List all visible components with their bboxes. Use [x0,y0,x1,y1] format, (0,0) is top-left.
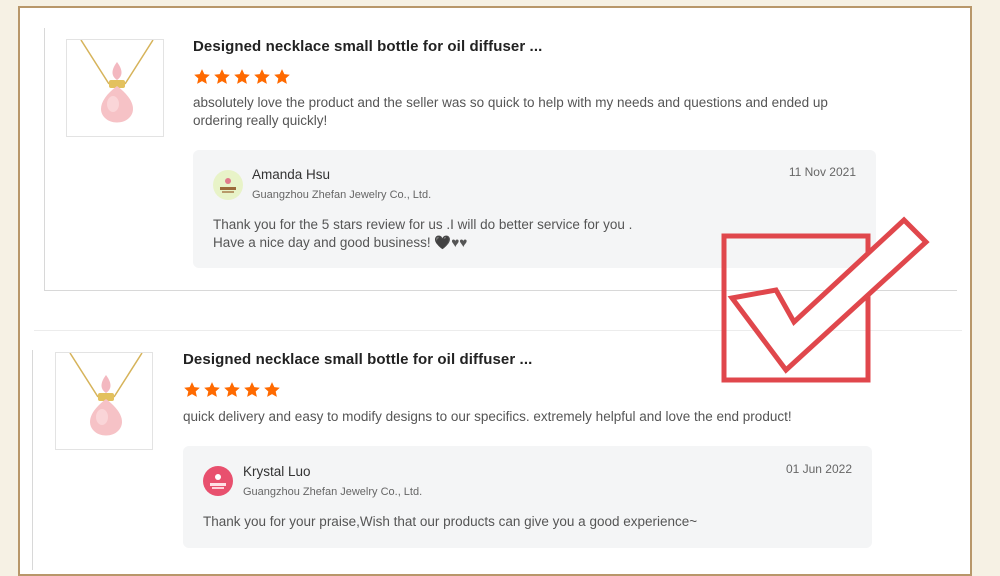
reply-text-line: Thank you for your praise,Wish that our … [203,514,698,529]
product-title[interactable]: Designed necklace small bottle for oil d… [183,351,532,368]
necklace-product-image [69,353,143,436]
checkmark-icon [721,216,930,383]
star-icon [264,382,280,397]
seller-name: Amanda Hsu [252,167,331,182]
review-text-line: quick delivery and easy to modify design… [183,409,792,424]
necklace-product-image [80,40,154,123]
star-icon [224,382,240,397]
star-icon [184,382,200,397]
star-icon [244,382,260,397]
seller-avatar [203,466,233,496]
star-icon [234,69,250,84]
reply-date: 01 Jun 2022 [785,462,852,476]
reply-text-line: Have a nice day and good business! 🖤♥♥ [213,235,468,250]
reply-date: 11 Nov 2021 [788,165,856,179]
star-icon [194,69,210,84]
review-text: quick delivery and easy to modify design… [183,408,792,426]
review-text-line: ordering really quickly! [193,113,328,128]
review-text-line: absolutely love the product and the sell… [193,95,828,110]
seller-name: Krystal Luo [243,464,311,479]
product-title[interactable]: Designed necklace small bottle for oil d… [193,38,542,55]
seller-company[interactable]: Guangzhou Zhefan Jewelry Co., Ltd. [243,486,422,498]
reply-text: Thank you for the 5 stars review for us … [213,216,632,252]
rating-stars [183,381,281,399]
rating-stars [193,68,291,86]
product-thumbnail[interactable] [66,39,164,137]
star-icon [214,69,230,84]
star-icon [274,69,290,84]
reply-text-line: Thank you for the 5 stars review for us … [213,217,633,232]
seller-reply: Krystal Luo Guangzhou Zhefan Jewelry Co.… [183,446,872,548]
star-icon [204,382,220,397]
star-icon [254,69,270,84]
reply-text: Thank you for your praise,Wish that our … [203,513,697,531]
product-thumbnail[interactable] [55,352,153,450]
seller-company[interactable]: Guangzhou Zhefan Jewelry Co., Ltd. [252,189,431,201]
seller-avatar [213,170,243,200]
review-text: absolutely love the product and the sell… [193,94,828,130]
